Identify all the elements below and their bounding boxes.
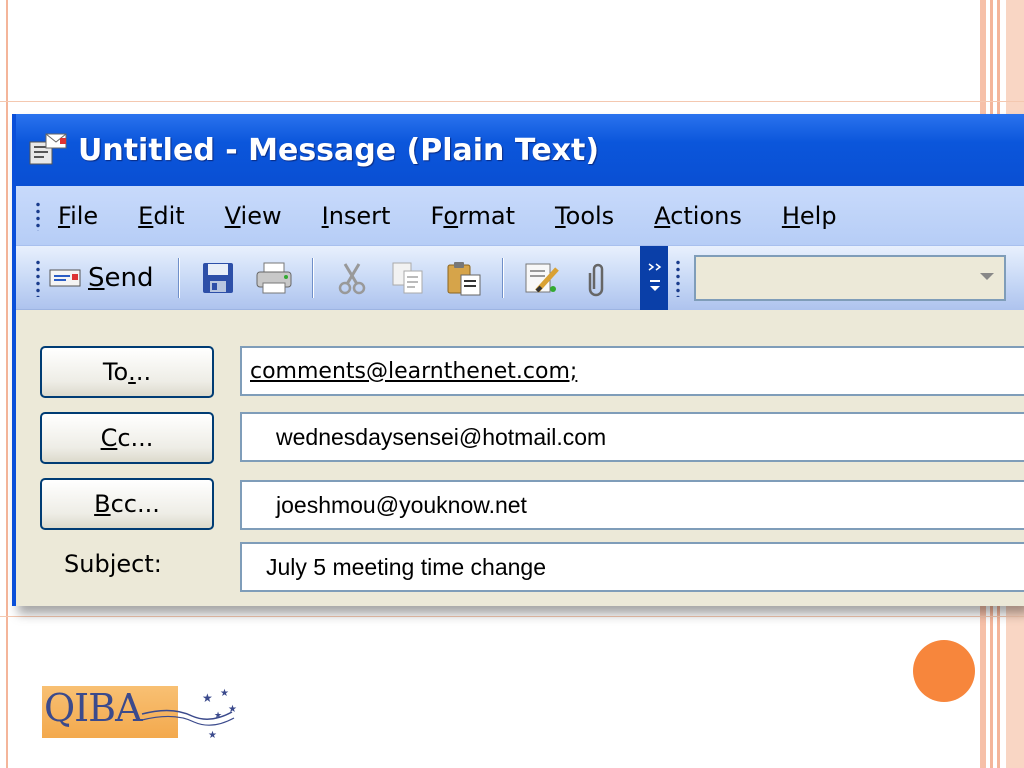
slide-divider-bottom (0, 616, 1024, 617)
copy-icon[interactable] (388, 258, 428, 298)
cut-icon[interactable] (332, 258, 372, 298)
svg-text:★: ★ (208, 730, 217, 741)
qiba-logo: QIBA ★ ★ ★ ★ ★ (42, 682, 242, 742)
menu-help[interactable]: Help (782, 202, 837, 230)
standard-toolbar: Send (16, 245, 1024, 310)
subject-value: July 5 meeting time change (266, 553, 546, 580)
to-field[interactable]: comments@learnthenet.com; (240, 346, 1024, 396)
menu-actions[interactable]: Actions (654, 202, 742, 230)
bcc-button[interactable]: Bcc... (40, 478, 214, 530)
slide: Untitled - Message (Plain Text) File Edi… (0, 0, 1024, 768)
svg-text:★: ★ (220, 688, 229, 699)
attach-icon[interactable] (578, 258, 618, 298)
menu-tools[interactable]: Tools (555, 202, 614, 230)
menu-grip-handle[interactable] (36, 200, 40, 231)
slide-border-left (6, 0, 8, 768)
to-value: comments@learnthenet.com; (250, 358, 578, 384)
menu-format[interactable]: Format (430, 202, 515, 230)
bcc-field[interactable]: joeshmou@youknow.net (240, 480, 1024, 530)
toolbar-separator (501, 257, 504, 298)
svg-text:★: ★ (228, 704, 237, 715)
secondary-toolbar (668, 246, 1024, 310)
toolbar-grip-handle[interactable] (36, 258, 40, 297)
message-icon (26, 128, 70, 172)
subject-field[interactable]: July 5 meeting time change (240, 542, 1024, 592)
bcc-value: joeshmou@youknow.net (276, 491, 527, 518)
message-header-form: To... comments@learnthenet.com; Cc... we… (16, 310, 1024, 606)
menu-edit[interactable]: Edit (138, 202, 184, 230)
cc-button[interactable]: Cc... (40, 412, 214, 464)
cc-value: wednesdaysensei@hotmail.com (276, 423, 607, 450)
menu-view[interactable]: View (225, 202, 282, 230)
decorative-dot (913, 640, 975, 702)
slide-divider-top (0, 101, 1024, 102)
style-combobox[interactable] (694, 255, 1006, 301)
send-button[interactable]: Send (48, 263, 154, 293)
menu-file[interactable]: File (58, 202, 98, 230)
edit-icon[interactable] (522, 258, 562, 298)
toolbar-separator (311, 257, 314, 298)
to-button[interactable]: To... (40, 346, 214, 398)
cc-field[interactable]: wednesdaysensei@hotmail.com (240, 412, 1024, 462)
toolbar-separator (177, 257, 180, 298)
send-envelope-icon (48, 266, 84, 290)
save-icon[interactable] (198, 258, 238, 298)
svg-text:★: ★ (202, 691, 213, 705)
menu-insert[interactable]: Insert (322, 202, 391, 230)
secondary-toolbar-grip-handle[interactable] (676, 259, 680, 297)
paste-icon[interactable] (444, 258, 484, 298)
logo-stars-icon: ★ ★ ★ ★ ★ (141, 688, 237, 741)
window-title: Untitled - Message (Plain Text) (78, 132, 600, 168)
print-icon[interactable] (254, 258, 294, 298)
toolbar-options-chevron-icon[interactable] (639, 245, 670, 310)
svg-text:★: ★ (214, 711, 222, 721)
chevron-down-icon[interactable] (980, 273, 994, 280)
title-bar: Untitled - Message (Plain Text) (16, 114, 1024, 186)
message-window: Untitled - Message (Plain Text) File Edi… (12, 114, 1024, 606)
menu-bar: File Edit View Insert Format Tools Actio… (16, 186, 1024, 246)
subject-label: Subject: (64, 550, 162, 578)
